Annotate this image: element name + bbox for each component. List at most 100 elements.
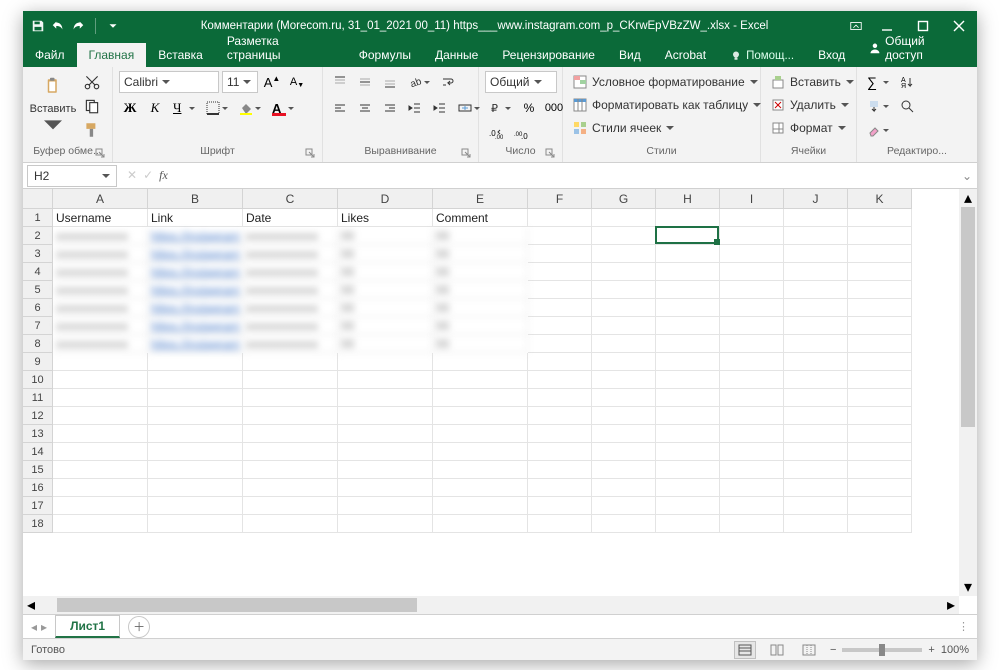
cell[interactable] <box>592 299 656 317</box>
tab-page-layout[interactable]: Разметка страницы <box>215 29 347 67</box>
cell[interactable] <box>148 353 243 371</box>
cell[interactable] <box>433 425 528 443</box>
scrollbar-thumb[interactable] <box>961 207 975 427</box>
cell[interactable] <box>148 371 243 389</box>
format-painter-button[interactable] <box>81 119 103 141</box>
cell[interactable] <box>784 425 848 443</box>
orientation-button[interactable]: ab <box>404 71 434 93</box>
column-header[interactable]: D <box>338 189 433 209</box>
scroll-up-icon[interactable]: ▴ <box>959 189 977 207</box>
tab-view[interactable]: Вид <box>607 43 653 67</box>
cell[interactable] <box>720 245 784 263</box>
cell[interactable] <box>656 317 720 335</box>
cell[interactable] <box>720 263 784 281</box>
cell[interactable] <box>848 263 912 281</box>
cell[interactable]: https://instagram <box>148 227 243 245</box>
cell[interactable]: https://instagram <box>148 263 243 281</box>
conditional-formatting-button[interactable]: Условное форматирование <box>569 71 762 93</box>
cell[interactable] <box>656 479 720 497</box>
view-page-break-button[interactable] <box>798 641 820 659</box>
cell[interactable]: 00 <box>338 227 433 245</box>
cell[interactable]: 00 <box>433 335 528 353</box>
cell[interactable] <box>592 389 656 407</box>
insert-function-icon[interactable]: fx <box>159 168 168 183</box>
cell[interactable] <box>656 407 720 425</box>
cell[interactable] <box>338 461 433 479</box>
cell[interactable] <box>848 371 912 389</box>
increase-indent-button[interactable] <box>429 97 451 119</box>
cell[interactable] <box>784 227 848 245</box>
align-left-button[interactable] <box>329 97 351 119</box>
undo-icon[interactable] <box>51 19 65 33</box>
cell[interactable] <box>528 299 592 317</box>
cell[interactable]: Date <box>243 209 338 227</box>
cell[interactable] <box>528 335 592 353</box>
cell[interactable] <box>720 407 784 425</box>
cell[interactable] <box>656 371 720 389</box>
cell[interactable] <box>53 515 148 533</box>
cell[interactable] <box>528 281 592 299</box>
bold-button[interactable]: Ж <box>119 97 141 119</box>
align-bottom-button[interactable] <box>379 71 401 93</box>
grid[interactable]: ABCDEFGHIJK1UsernameLinkDateLikesComment… <box>23 189 959 596</box>
cell[interactable] <box>433 515 528 533</box>
cell[interactable] <box>656 389 720 407</box>
cell[interactable] <box>528 515 592 533</box>
cell[interactable] <box>656 209 720 227</box>
column-header[interactable]: I <box>720 189 784 209</box>
sheet-nav-next-icon[interactable]: ▸ <box>41 620 47 634</box>
cell[interactable] <box>338 407 433 425</box>
cell[interactable] <box>528 353 592 371</box>
row-header[interactable]: 17 <box>23 497 53 515</box>
cell[interactable]: xxxxxxxxxxxx <box>53 335 148 353</box>
cell[interactable] <box>848 407 912 425</box>
cell[interactable] <box>148 407 243 425</box>
scrollbar-thumb[interactable] <box>57 598 417 612</box>
align-center-button[interactable] <box>354 97 376 119</box>
tab-review[interactable]: Рецензирование <box>490 43 607 67</box>
cell[interactable]: 00 <box>433 281 528 299</box>
cell[interactable] <box>720 227 784 245</box>
cell[interactable] <box>338 371 433 389</box>
cell[interactable] <box>148 497 243 515</box>
cell[interactable] <box>848 281 912 299</box>
format-cells-button[interactable]: Формат <box>767 117 850 139</box>
cell[interactable] <box>656 263 720 281</box>
cell[interactable] <box>592 407 656 425</box>
cell[interactable] <box>656 515 720 533</box>
tab-acrobat[interactable]: Acrobat <box>653 43 718 67</box>
clear-button[interactable] <box>863 119 893 141</box>
cell[interactable] <box>433 497 528 515</box>
cell[interactable] <box>848 299 912 317</box>
cell[interactable] <box>592 497 656 515</box>
wrap-text-button[interactable] <box>437 71 459 93</box>
merge-button[interactable] <box>454 97 484 119</box>
cell[interactable] <box>433 479 528 497</box>
cell[interactable] <box>720 371 784 389</box>
scroll-right-icon[interactable]: ▸ <box>943 595 959 614</box>
save-icon[interactable] <box>31 19 45 33</box>
cell[interactable] <box>243 425 338 443</box>
font-size-combo[interactable]: 11 <box>222 71 258 93</box>
cell[interactable] <box>848 335 912 353</box>
cell[interactable]: xxxxxxxxxxxx <box>53 263 148 281</box>
cell[interactable] <box>848 317 912 335</box>
cell[interactable]: xxxxxxxxxxxx <box>53 227 148 245</box>
expand-formula-bar-icon[interactable]: ⌄ <box>957 169 977 183</box>
row-header[interactable]: 8 <box>23 335 53 353</box>
cell[interactable] <box>53 497 148 515</box>
cell[interactable] <box>656 425 720 443</box>
cell[interactable]: xxxxxxxxxxxx <box>53 317 148 335</box>
tab-file[interactable]: Файл <box>23 43 77 67</box>
paste-button[interactable]: Вставить <box>29 71 77 135</box>
cell[interactable]: xxxxxxxxxxxx <box>243 227 338 245</box>
cell[interactable] <box>784 479 848 497</box>
fill-button[interactable] <box>863 95 893 117</box>
align-right-button[interactable] <box>379 97 401 119</box>
cell[interactable] <box>528 317 592 335</box>
cell[interactable]: xxxxxxxxxxxx <box>243 317 338 335</box>
column-header[interactable]: G <box>592 189 656 209</box>
cell[interactable]: Comment <box>433 209 528 227</box>
autosum-button[interactable]: ∑ <box>863 71 893 93</box>
cell[interactable] <box>784 461 848 479</box>
